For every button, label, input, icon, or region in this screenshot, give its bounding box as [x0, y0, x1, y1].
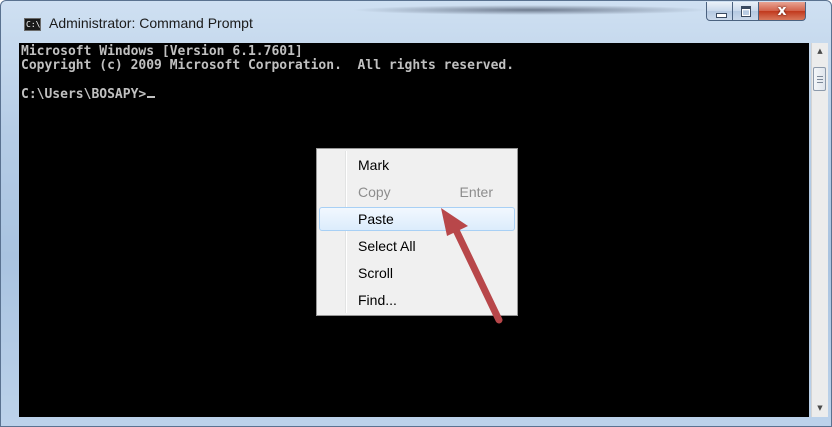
- context-menu: Mark Copy Enter Paste Select All Scroll …: [316, 148, 518, 316]
- console-line-version: Microsoft Windows [Version 6.1.7601]: [21, 44, 303, 59]
- menu-item-select-all[interactable]: Select All: [319, 234, 515, 258]
- scroll-thumb-grip: [817, 82, 823, 83]
- title-bar-glow: [351, 5, 711, 15]
- scroll-thumb-grip: [817, 76, 823, 77]
- text-cursor: [147, 96, 156, 98]
- vertical-scrollbar[interactable]: ▲ ▼: [811, 43, 828, 417]
- console-prompt-line[interactable]: C:\Users\BOSAPY>: [21, 87, 156, 102]
- menu-item-shortcut: Enter: [459, 184, 493, 200]
- console-prompt: C:\Users\BOSAPY>: [21, 87, 147, 102]
- close-icon: x: [777, 3, 787, 19]
- close-button[interactable]: x: [759, 2, 806, 21]
- menu-item-label: Paste: [358, 211, 394, 227]
- menu-item-label: Scroll: [358, 265, 394, 281]
- console-line-copyright: Copyright (c) 2009 Microsoft Corporation…: [21, 58, 515, 73]
- caption-buttons: x: [706, 2, 806, 22]
- minimize-icon: [716, 13, 727, 18]
- scroll-down-button[interactable]: ▼: [812, 400, 828, 417]
- menu-item-label: Mark: [358, 157, 390, 173]
- menu-item-label: Select All: [358, 238, 416, 254]
- scroll-thumb-grip: [817, 79, 823, 80]
- maximize-icon: [741, 6, 751, 17]
- menu-item-scroll[interactable]: Scroll: [319, 261, 515, 285]
- minimize-button[interactable]: [706, 2, 733, 21]
- maximize-button[interactable]: [733, 2, 759, 21]
- menu-item-paste[interactable]: Paste: [319, 207, 515, 231]
- scroll-thumb[interactable]: [813, 67, 826, 91]
- title-bar[interactable]: C:\ Administrator: Command Prompt x: [1, 1, 831, 41]
- menu-item-label: Copy: [358, 184, 391, 200]
- menu-item-copy[interactable]: Copy Enter: [319, 180, 515, 204]
- menu-item-find[interactable]: Find...: [319, 288, 515, 312]
- command-prompt-icon[interactable]: C:\: [24, 18, 41, 31]
- scroll-up-button[interactable]: ▲: [812, 43, 828, 60]
- window-title: Administrator: Command Prompt: [49, 15, 253, 31]
- menu-item-mark[interactable]: Mark: [319, 153, 515, 177]
- menu-item-label: Find...: [358, 292, 397, 308]
- command-prompt-window: C:\ Administrator: Command Prompt x Micr…: [0, 0, 832, 427]
